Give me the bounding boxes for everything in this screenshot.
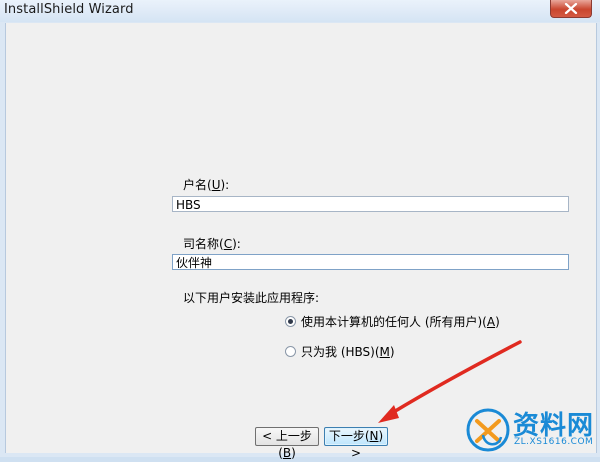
watermark-logo-icon: [466, 408, 510, 452]
watermark-url: ZL.XS1616.COM: [514, 437, 594, 447]
installer-window: InstallShield Wizard 户名(U): HBS 司名称(C): …: [0, 0, 600, 460]
red-arrow-annotation: [378, 340, 522, 423]
watermark: 资料网 ZL.XS1616.COM: [465, 405, 595, 453]
